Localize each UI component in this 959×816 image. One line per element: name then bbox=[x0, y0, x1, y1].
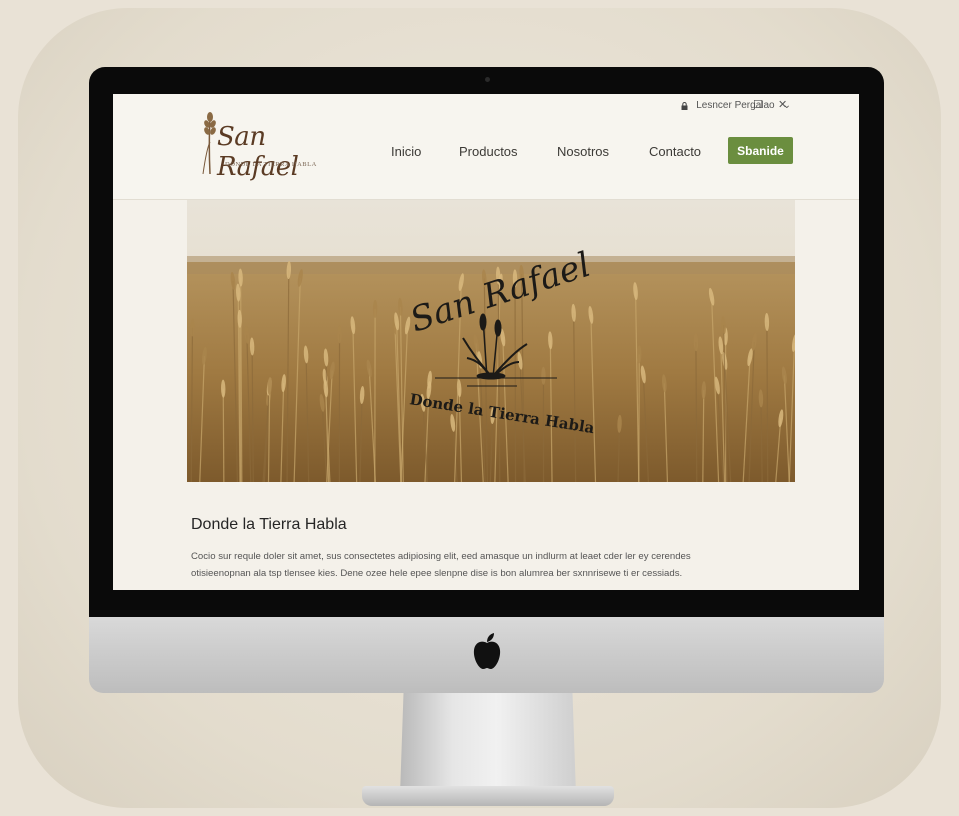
monitor-stand-foot bbox=[362, 786, 614, 806]
site-logo[interactable]: San Rafael DONDE LA TIERRA HABLA bbox=[199, 108, 339, 182]
content-title: Donde la Tierra Habla bbox=[191, 516, 347, 533]
wheat-field-image: San Rafael Donde la Tierra Habla bbox=[187, 200, 795, 482]
content-line-2: otisieenopnan ala tsp tlensee kies. Dene… bbox=[191, 568, 683, 579]
apple-logo-icon bbox=[473, 633, 501, 669]
monitor-stand-neck bbox=[400, 693, 576, 795]
content-line-1: Cocio sur requle doler sit amet, sus con… bbox=[191, 551, 691, 562]
nav-inicio[interactable]: Inicio bbox=[391, 144, 421, 159]
nav-contacto[interactable]: Contacto bbox=[649, 144, 701, 159]
browser-screen: Lesncer Pergalao ⌄ ☐ ✕ San Rafael DONDE … bbox=[113, 94, 859, 590]
logo-name: San Rafael bbox=[217, 122, 299, 182]
nav-nosotros[interactable]: Nosotros bbox=[557, 144, 609, 159]
content-paragraph: Cocio sur requle doler sit amet, sus con… bbox=[191, 548, 801, 582]
maximize-button[interactable]: ☐ bbox=[753, 98, 763, 111]
user-menu[interactable]: Lesncer Pergalao ⌄ bbox=[681, 100, 791, 111]
lock-icon bbox=[681, 101, 688, 110]
close-button[interactable]: ✕ bbox=[778, 98, 787, 111]
hero-banner: San Rafael Donde la Tierra Habla bbox=[187, 200, 795, 482]
nav-productos[interactable]: Productos bbox=[459, 144, 518, 159]
logo-tagline: DONDE LA TIERRA HABLA bbox=[225, 161, 317, 168]
site-header: Lesncer Pergalao ⌄ ☐ ✕ San Rafael DONDE … bbox=[113, 94, 859, 200]
camera-dot bbox=[485, 77, 490, 82]
cta-button[interactable]: Sbanide bbox=[728, 137, 793, 164]
